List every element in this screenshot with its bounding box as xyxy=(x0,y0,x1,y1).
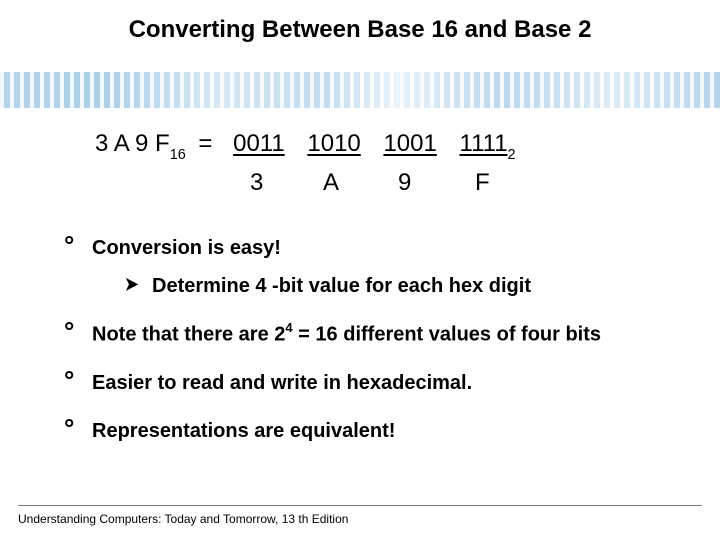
binary-group-2: 1010 xyxy=(307,130,360,158)
footer-text: Understanding Computers: Today and Tomor… xyxy=(18,512,348,526)
sub-bullet-1: Determine 4 -bit value for each hex digi… xyxy=(92,273,680,299)
slide-title: Converting Between Base 16 and Base 2 xyxy=(0,16,720,44)
hex-digit-1: 3 xyxy=(250,169,263,197)
bullet-2-pre: Note that there are 2 xyxy=(92,324,285,346)
equals-sign: = xyxy=(198,130,212,158)
hex-digit-4: F xyxy=(475,169,490,197)
bullet-3: Easier to read and write in hexadecimal. xyxy=(60,370,680,396)
hex-digits-text: 3 A 9 F xyxy=(95,130,170,157)
hex-digit-3: 9 xyxy=(398,169,411,197)
binary-group-4: 1111 xyxy=(460,130,508,158)
decorative-band xyxy=(0,72,720,108)
bullet-1-text: Conversion is easy! xyxy=(92,237,281,259)
conversion-example: 3 A 9 F16 = 0011 1010 1001 11112 3 A 9 F xyxy=(95,130,516,199)
hex-value: 3 A 9 F16 xyxy=(95,130,186,161)
conversion-equation: 3 A 9 F16 = 0011 1010 1001 11112 xyxy=(95,130,516,161)
binary-group-3: 1001 xyxy=(383,130,436,158)
bullet-4: Representations are equivalent! xyxy=(60,418,680,444)
hex-base-subscript: 16 xyxy=(170,147,186,163)
hex-digit-row: 3 A 9 F xyxy=(95,169,516,199)
slide: Converting Between Base 16 and Base 2 3 … xyxy=(0,0,720,540)
bullet-2-exponent: 4 xyxy=(285,320,292,335)
bullet-1: Conversion is easy! Determine 4 -bit val… xyxy=(60,235,680,299)
bullet-2: Note that there are 24 = 16 different va… xyxy=(60,321,680,348)
bullet-list: Conversion is easy! Determine 4 -bit val… xyxy=(60,235,680,466)
binary-group-1: 0011 xyxy=(233,130,285,158)
bullet-2-post: = 16 different values of four bits xyxy=(293,324,601,346)
binary-base-subscript: 2 xyxy=(508,147,516,163)
footer-rule xyxy=(18,505,702,506)
hex-digit-2: A xyxy=(323,169,339,197)
